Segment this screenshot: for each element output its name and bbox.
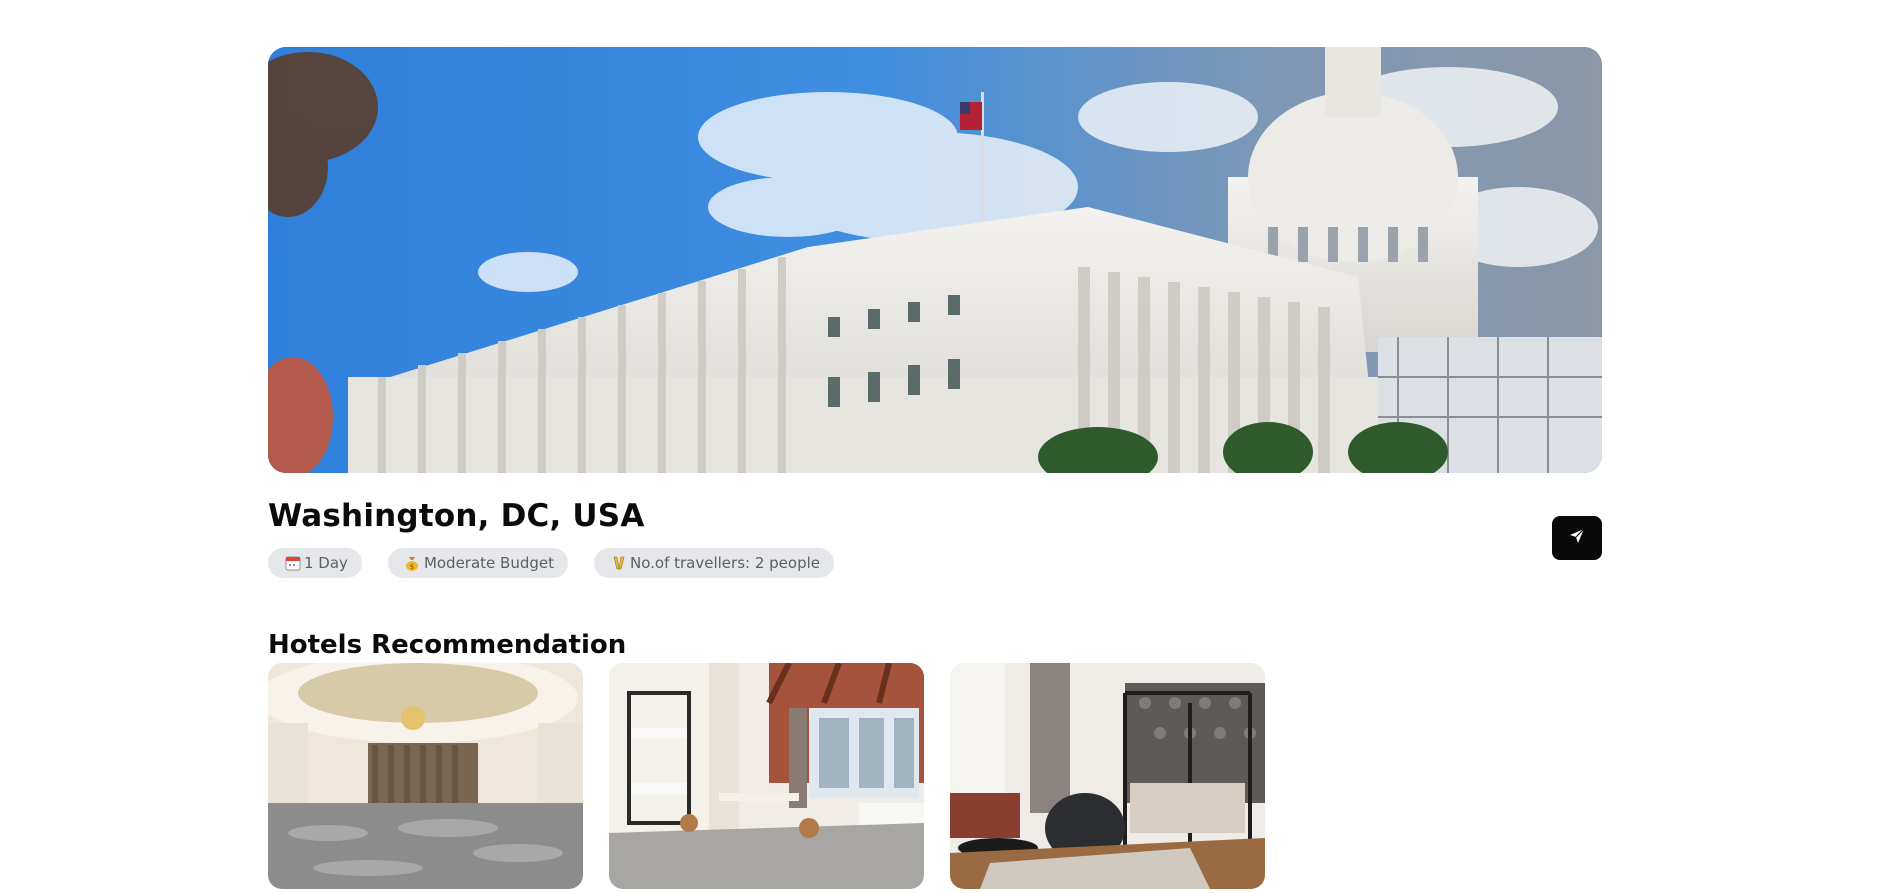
budget-label: Moderate Budget (423, 554, 554, 572)
hotel-canopy-bedroom-image (950, 663, 1265, 889)
duration-label: 1 Day (304, 554, 348, 572)
trip-details-page: Washington, DC, USA 1 Day $ Moderate Bud… (0, 0, 1877, 893)
hotels-section-title: Hotels Recommendation (268, 630, 627, 660)
send-icon (1569, 528, 1585, 549)
travellers-label: No.of travellers: 2 people (630, 554, 820, 572)
calendar-icon (284, 555, 301, 572)
budget-chip: $ Moderate Budget (387, 548, 568, 578)
svg-text:$: $ (410, 563, 414, 571)
hotel-card-1[interactable] (268, 663, 583, 889)
destination-title: Washington, DC, USA (268, 498, 645, 534)
hotel-ballroom-image (268, 663, 583, 889)
hotel-card-2[interactable] (609, 663, 924, 889)
hero-image (268, 47, 1602, 473)
travellers-chip: No.of travellers: 2 people (594, 548, 834, 578)
travellers-icon (610, 555, 627, 572)
hotel-card-3[interactable] (950, 663, 1265, 889)
money-bag-icon: $ (404, 555, 421, 572)
trip-info-chips: 1 Day $ Moderate Budget No.of travellers… (268, 548, 834, 578)
hotel-bunk-room-image (609, 663, 924, 889)
share-button[interactable] (1552, 516, 1602, 560)
duration-chip: 1 Day (268, 548, 362, 578)
